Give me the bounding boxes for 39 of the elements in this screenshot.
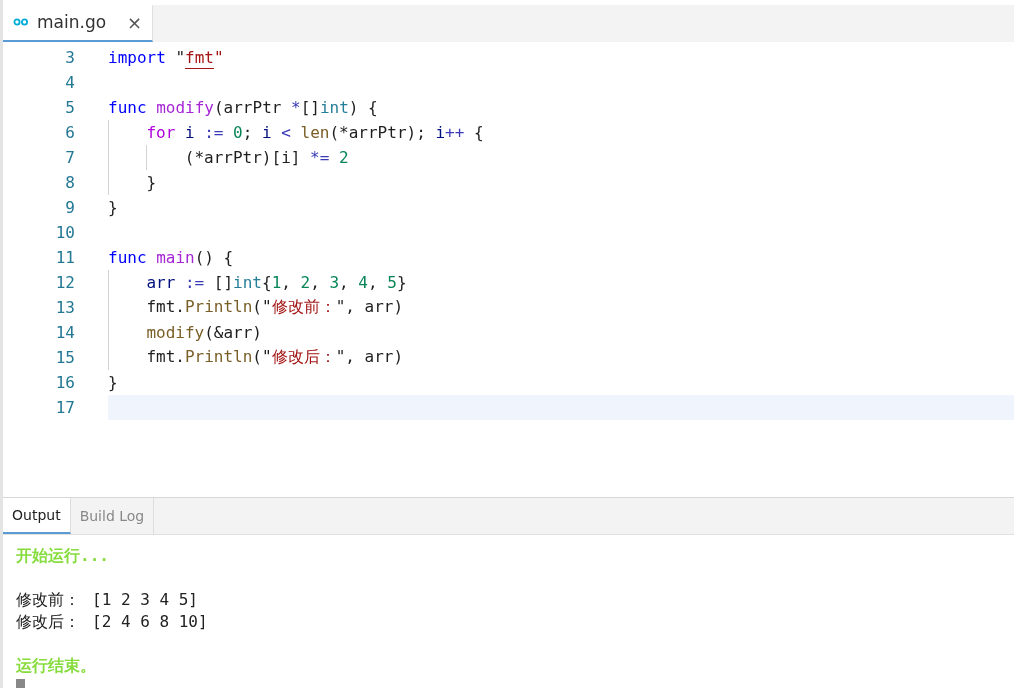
close-icon[interactable]: × <box>126 11 142 33</box>
line-number: 4 <box>64 72 75 92</box>
code-line: } <box>108 372 118 392</box>
code-line: } <box>108 197 118 217</box>
line-number: 16 <box>54 372 75 392</box>
output-label: 修改后： <box>16 611 80 633</box>
code-line: for i := 0; i < len(*arrPtr); i++ { <box>145 122 484 142</box>
code-line: arr := []int{1, 2, 3, 4, 5} <box>145 272 407 292</box>
code-line: modify(&arr) <box>145 322 262 342</box>
status-message: 运行结束。 <box>16 655 96 677</box>
line-number: 13 <box>54 297 75 317</box>
line-number: 6 <box>64 122 75 142</box>
output-value: [2 4 6 8 10] <box>92 611 208 633</box>
line-number: 17 <box>54 397 75 417</box>
status-message: 开始运行... <box>16 545 109 567</box>
code-line: import "fmt" <box>108 47 224 67</box>
line-number: 12 <box>54 272 75 292</box>
go-logo-icon <box>13 18 29 27</box>
line-number: 3 <box>64 47 75 67</box>
line-number: 5 <box>64 97 75 117</box>
editor-tab[interactable]: main.go × <box>3 5 153 42</box>
line-number: 15 <box>54 347 75 367</box>
tab-label: main.go <box>37 12 108 33</box>
code-line: fmt.Println("修改前：", arr) <box>145 296 404 318</box>
code-line: } <box>145 172 157 192</box>
code-line: func main() { <box>108 247 234 267</box>
line-number: 8 <box>64 172 75 192</box>
line-number: 10 <box>54 222 75 242</box>
panel-tab[interactable]: Output <box>3 498 71 534</box>
output-label: 修改前： <box>16 589 80 611</box>
output-value: [1 2 3 4 5] <box>92 589 198 611</box>
code-line: fmt.Println("修改后：", arr) <box>145 346 404 368</box>
code-line: func modify(arrPtr *[]int) { <box>108 97 378 117</box>
code-line: (*arrPtr)[i] *= 2 <box>183 147 349 167</box>
line-number: 9 <box>64 197 75 217</box>
line-number: 11 <box>54 247 75 267</box>
terminal-cursor <box>16 679 25 688</box>
line-number: 14 <box>54 322 75 342</box>
line-number: 7 <box>64 147 75 167</box>
